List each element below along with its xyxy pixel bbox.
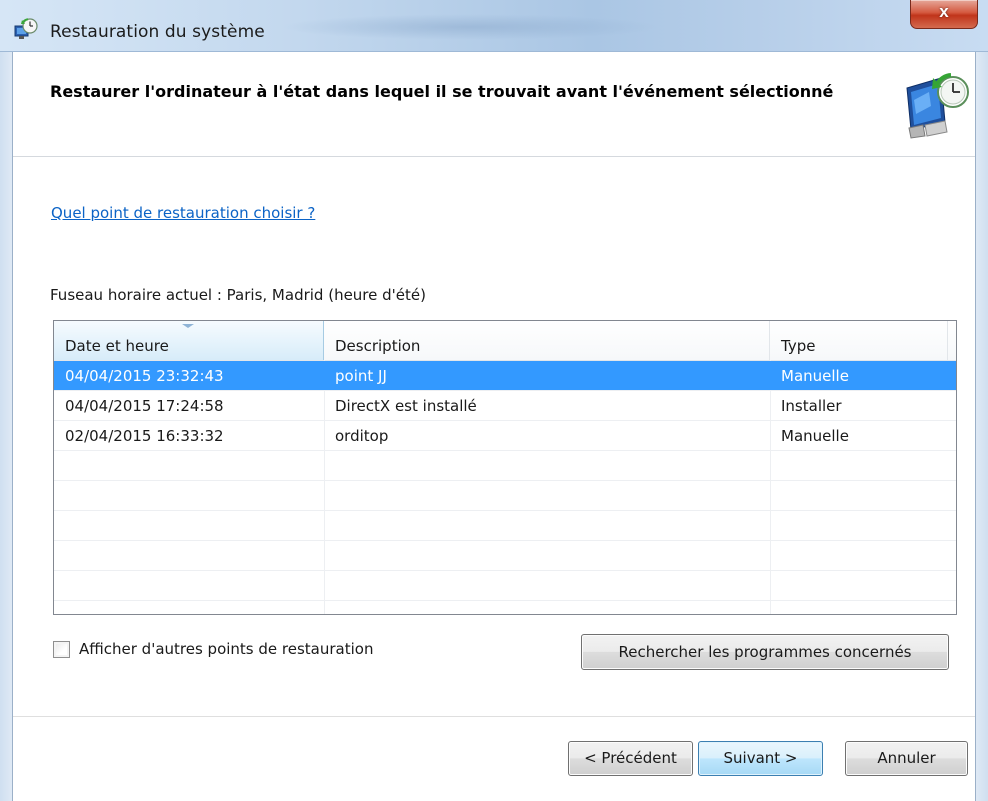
- wizard-header: Restaurer l'ordinateur à l'état dans leq…: [13, 52, 975, 157]
- type-cell: Installer: [781, 397, 842, 415]
- wizard-content: Restaurer l'ordinateur à l'état dans leq…: [12, 52, 976, 801]
- empty-row: [54, 511, 956, 541]
- empty-row: [54, 571, 956, 601]
- table-row[interactable]: 04/04/2015 17:24:58 DirectX est installé…: [54, 391, 956, 421]
- empty-row: [54, 481, 956, 511]
- date-cell: 02/04/2015 16:33:32: [65, 427, 224, 445]
- empty-row: [54, 451, 956, 481]
- column-header-date[interactable]: Date et heure: [54, 321, 324, 360]
- column-header-description[interactable]: Description: [324, 321, 770, 360]
- type-cell: Manuelle: [781, 367, 849, 385]
- list-header: Date et heure Description Type: [54, 321, 956, 361]
- date-cell: 04/04/2015 17:24:58: [65, 397, 224, 415]
- title-bar[interactable]: Restauration du système x: [0, 0, 988, 52]
- timezone-label: Fuseau horaire actuel : Paris, Madrid (h…: [50, 286, 426, 304]
- window-frame-left: [0, 52, 12, 801]
- back-button[interactable]: < Précédent: [568, 741, 693, 776]
- system-restore-window: Restauration du système x Restaurer l'or…: [0, 0, 988, 801]
- system-restore-icon: [906, 73, 969, 139]
- description-cell: DirectX est installé: [335, 397, 477, 415]
- table-row[interactable]: 02/04/2015 16:33:32 orditop Manuelle: [54, 421, 956, 451]
- close-button[interactable]: x: [910, 0, 978, 29]
- show-more-checkbox[interactable]: [53, 641, 70, 658]
- description-cell: orditop: [335, 427, 389, 445]
- window-frame-right: [976, 52, 988, 801]
- column-header-label: Type: [781, 337, 816, 355]
- window-title: Restauration du système: [50, 22, 265, 42]
- sort-arrow-icon: [182, 324, 194, 328]
- help-link[interactable]: Quel point de restauration choisir ?: [51, 204, 315, 222]
- description-cell: point JJ: [335, 367, 387, 385]
- empty-row: [54, 601, 956, 614]
- footer-divider: [13, 716, 975, 717]
- scan-affected-programs-button[interactable]: Rechercher les programmes concernés: [581, 634, 949, 670]
- restore-points-list[interactable]: Date et heure Description Type 04/04/201…: [53, 320, 957, 615]
- column-header-label: Description: [335, 337, 421, 355]
- system-restore-icon: [14, 18, 38, 39]
- type-cell: Manuelle: [781, 427, 849, 445]
- show-more-label[interactable]: Afficher d'autres points de restauration: [79, 640, 373, 658]
- date-cell: 04/04/2015 23:32:43: [65, 367, 224, 385]
- close-icon: x: [939, 2, 949, 21]
- empty-row: [54, 541, 956, 571]
- column-header-label: Date et heure: [65, 337, 169, 355]
- cancel-button[interactable]: Annuler: [845, 741, 968, 776]
- table-row[interactable]: 04/04/2015 23:32:43 point JJ Manuelle: [54, 361, 956, 391]
- column-header-type[interactable]: Type: [770, 321, 948, 360]
- next-button[interactable]: Suivant >: [698, 741, 823, 776]
- page-title: Restaurer l'ordinateur à l'état dans leq…: [50, 82, 834, 101]
